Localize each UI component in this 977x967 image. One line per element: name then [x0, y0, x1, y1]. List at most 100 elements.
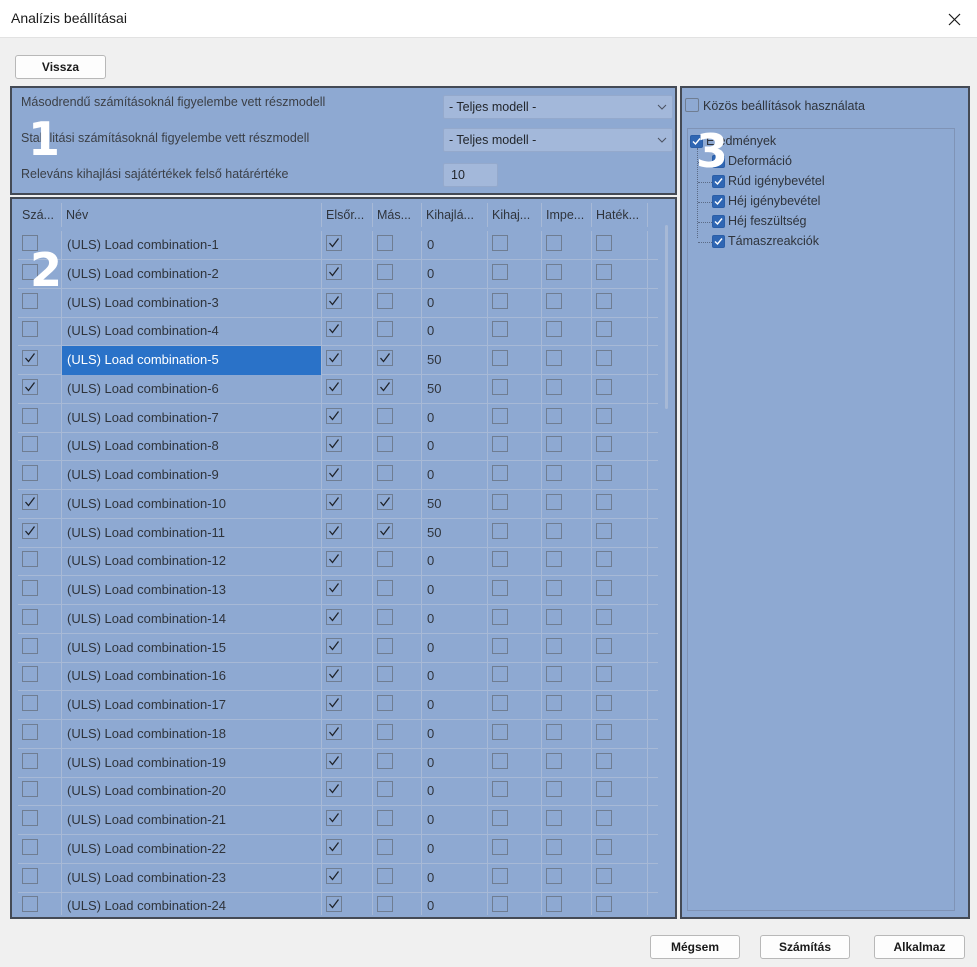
effective-checkbox[interactable]	[596, 378, 612, 395]
buckling-checkbox[interactable]	[492, 378, 508, 395]
second-order-checkbox[interactable]	[377, 637, 393, 654]
effective-checkbox[interactable]	[596, 810, 612, 826]
calc-checkbox[interactable]	[22, 695, 38, 711]
first-order-checkbox[interactable]	[326, 637, 342, 654]
imperfection-checkbox[interactable]	[546, 378, 562, 395]
effective-checkbox[interactable]	[596, 522, 612, 539]
buckling-checkbox[interactable]	[492, 407, 508, 424]
first-order-checkbox[interactable]	[326, 350, 342, 366]
name-column-header[interactable]: Név	[62, 203, 322, 227]
effective-checkbox[interactable]	[596, 292, 612, 309]
buckling-checkbox[interactable]	[492, 551, 508, 568]
imperfection-checkbox[interactable]	[546, 781, 562, 798]
table-row[interactable]: (ULS) Load combination-8 0	[18, 432, 658, 462]
first-order-checkbox[interactable]	[326, 838, 342, 855]
first-order-checkbox[interactable]	[326, 666, 342, 683]
table-row[interactable]: (ULS) Load combination-13 0	[18, 576, 658, 605]
imperfection-checkbox[interactable]	[546, 810, 562, 826]
first-order-checkbox[interactable]	[326, 723, 342, 740]
table-row[interactable]: (ULS) Load combination-5 50	[18, 346, 658, 375]
first-order-checkbox[interactable]	[326, 407, 342, 424]
second-order-combo[interactable]: - Teljes modell -	[443, 95, 673, 119]
effective-checkbox[interactable]	[596, 493, 612, 510]
second-order-checkbox[interactable]	[377, 235, 393, 251]
second-order-checkbox[interactable]	[377, 752, 393, 769]
buckling-checkbox[interactable]	[492, 666, 508, 683]
buckling-checkbox[interactable]	[492, 896, 508, 913]
second-order-checkbox[interactable]	[377, 350, 393, 366]
second-order-checkbox[interactable]	[377, 580, 393, 596]
imperfection-checkbox[interactable]	[546, 493, 562, 510]
imperfection-checkbox[interactable]	[546, 465, 562, 481]
second-order-checkbox[interactable]	[377, 321, 393, 338]
apply-button[interactable]: Alkalmaz	[874, 935, 965, 959]
buckling-checkbox[interactable]	[492, 810, 508, 826]
calc-checkbox[interactable]	[22, 752, 38, 769]
calc-checkbox[interactable]	[22, 867, 38, 884]
table-row[interactable]: (ULS) Load combination-7 0	[18, 403, 658, 433]
calc-checkbox[interactable]	[22, 407, 38, 424]
table-row[interactable]: (ULS) Load combination-1 0	[18, 231, 658, 260]
imperfection-checkbox[interactable]	[546, 350, 562, 366]
imperfection-checkbox[interactable]	[546, 896, 562, 913]
effective-column-header[interactable]: Haték...	[592, 203, 648, 227]
imperfection-checkbox[interactable]	[546, 637, 562, 654]
shared-settings-checkbox[interactable]	[685, 98, 699, 112]
imperfection-checkbox[interactable]	[546, 321, 562, 338]
effective-checkbox[interactable]	[596, 551, 612, 568]
effective-checkbox[interactable]	[596, 666, 612, 683]
second-order-checkbox[interactable]	[377, 407, 393, 424]
buckling-column-header[interactable]: Kihajlá...	[422, 203, 488, 227]
second-order-checkbox[interactable]	[377, 896, 393, 913]
calc-checkbox[interactable]	[22, 810, 38, 826]
calc-checkbox[interactable]	[22, 637, 38, 654]
buckling-checkbox[interactable]	[492, 235, 508, 251]
result-item-checkbox[interactable]	[712, 235, 725, 248]
calc-checkbox[interactable]	[22, 378, 38, 395]
buckling-checkbox[interactable]	[492, 867, 508, 884]
buckling-checkbox[interactable]	[492, 752, 508, 769]
effective-checkbox[interactable]	[596, 235, 612, 251]
table-row[interactable]: (ULS) Load combination-19 0	[18, 748, 658, 778]
buckling-checkbox[interactable]	[492, 580, 508, 596]
buckling-checkbox[interactable]	[492, 637, 508, 654]
first-order-checkbox[interactable]	[326, 752, 342, 769]
second-order-checkbox[interactable]	[377, 378, 393, 395]
imperfection-checkbox[interactable]	[546, 522, 562, 539]
first-order-checkbox[interactable]	[326, 695, 342, 711]
calc-checkbox[interactable]	[22, 465, 38, 481]
second-order-checkbox[interactable]	[377, 666, 393, 683]
buckling-checkbox[interactable]	[492, 350, 508, 366]
first-order-checkbox[interactable]	[326, 465, 342, 481]
second-order-checkbox[interactable]	[377, 838, 393, 855]
stability-combo[interactable]: - Teljes modell -	[443, 128, 673, 152]
effective-checkbox[interactable]	[596, 752, 612, 769]
table-row[interactable]: (ULS) Load combination-15 0	[18, 633, 658, 663]
first-order-checkbox[interactable]	[326, 522, 342, 539]
second-order-checkbox[interactable]	[377, 522, 393, 539]
imperfection-checkbox[interactable]	[546, 292, 562, 309]
effective-checkbox[interactable]	[596, 608, 612, 625]
imperfection-checkbox[interactable]	[546, 551, 562, 568]
calc-checkbox[interactable]	[22, 896, 38, 913]
first-order-checkbox[interactable]	[326, 493, 342, 510]
second-order-checkbox[interactable]	[377, 810, 393, 826]
imperfection-checkbox[interactable]	[546, 867, 562, 884]
effective-checkbox[interactable]	[596, 838, 612, 855]
effective-checkbox[interactable]	[596, 867, 612, 884]
second-order-checkbox[interactable]	[377, 493, 393, 510]
first-order-checkbox[interactable]	[326, 781, 342, 798]
first-order-checkbox[interactable]	[326, 321, 342, 338]
buckling-checkbox[interactable]	[492, 838, 508, 855]
second-order-checkbox[interactable]	[377, 465, 393, 481]
table-row[interactable]: (ULS) Load combination-9 0	[18, 461, 658, 490]
second-order-checkbox[interactable]	[377, 551, 393, 568]
calc-checkbox[interactable]	[22, 436, 38, 453]
buckling-checkbox[interactable]	[492, 493, 508, 510]
buckling-checkbox[interactable]	[492, 292, 508, 309]
first-order-checkbox[interactable]	[326, 436, 342, 453]
imperfection-checkbox[interactable]	[546, 263, 562, 280]
calc-checkbox[interactable]	[22, 580, 38, 596]
calc-checkbox[interactable]	[22, 781, 38, 798]
imperfection-checkbox[interactable]	[546, 407, 562, 424]
